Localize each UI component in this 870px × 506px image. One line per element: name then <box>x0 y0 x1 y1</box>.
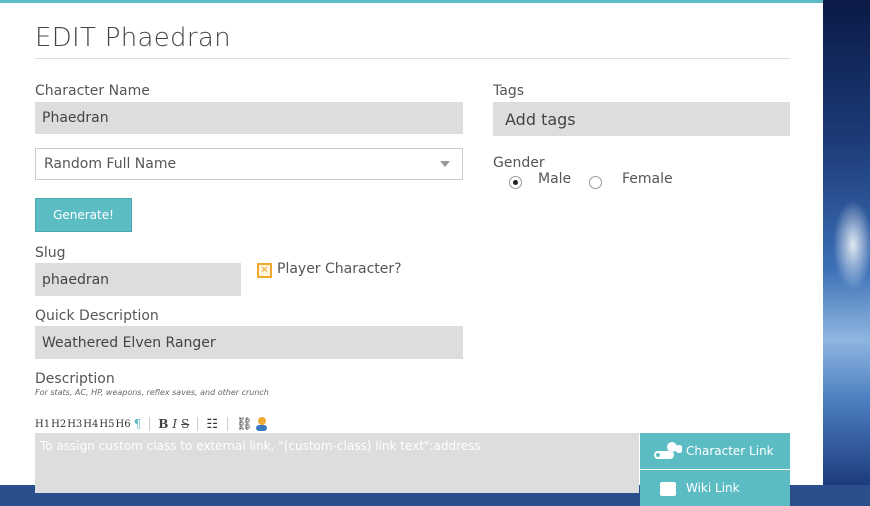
italic-button[interactable]: I <box>172 417 177 431</box>
heading-5-button[interactable]: H5 <box>99 419 114 430</box>
heading-1-button[interactable]: H1 <box>35 419 50 430</box>
player-character-label: Player Character? <box>277 261 402 277</box>
characters-icon <box>654 442 682 459</box>
editor-toolbar: H1 H2 H3 H4 H5 H6 ¶ B I S ☷ ⛓ <box>35 415 268 433</box>
toolbar-divider <box>227 417 228 431</box>
gender-female-label: Female <box>622 171 673 187</box>
quick-description-input[interactable]: Weathered Elven Ranger <box>35 326 463 359</box>
gender-female-radio[interactable] <box>589 176 602 189</box>
character-link-button[interactable]: Character Link <box>640 433 790 469</box>
heading-4-button[interactable]: H4 <box>83 419 98 430</box>
wiki-link-button[interactable]: Wiki Link <box>640 470 790 506</box>
generate-button[interactable]: Generate! <box>35 198 132 232</box>
background-sky <box>823 0 870 485</box>
tags-label: Tags <box>493 83 524 99</box>
wiki-link-label: Wiki Link <box>686 481 740 495</box>
description-hint: For stats, AC, HP, weapons, reflex saves… <box>35 388 269 397</box>
user-link-icon[interactable] <box>254 416 268 432</box>
gender-label: Gender <box>493 155 545 171</box>
book-icon <box>660 482 676 496</box>
character-name-input[interactable]: Phaedran <box>35 102 463 134</box>
heading-6-button[interactable]: H6 <box>115 419 130 430</box>
chevron-down-icon <box>440 161 450 167</box>
tags-input[interactable]: Add tags <box>493 102 790 136</box>
link-icon[interactable]: ⛓ <box>236 417 253 432</box>
page-title: EDIT Phaedran <box>35 23 231 53</box>
name-generator-value: Random Full Name <box>44 156 177 172</box>
list-icon[interactable]: ☷ <box>206 417 218 432</box>
description-label: Description <box>35 371 115 387</box>
heading-3-button[interactable]: H3 <box>67 419 82 430</box>
bold-button[interactable]: B <box>158 417 168 431</box>
character-name-label: Character Name <box>35 83 150 99</box>
paragraph-icon[interactable]: ¶ <box>134 417 142 431</box>
strikethrough-button[interactable]: S <box>181 417 189 431</box>
gender-male-radio[interactable] <box>509 176 522 189</box>
player-character-checkbox[interactable]: ✕ <box>257 263 272 278</box>
slug-input[interactable]: phaedran <box>35 263 241 296</box>
quick-description-label: Quick Description <box>35 308 159 324</box>
character-link-label: Character Link <box>686 444 774 458</box>
heading-2-button[interactable]: H2 <box>51 419 66 430</box>
title-divider <box>35 58 790 59</box>
gender-male-label: Male <box>538 171 572 187</box>
toolbar-divider <box>197 417 199 431</box>
edit-character-panel: EDIT Phaedran Character Name Phaedran Ra… <box>0 0 823 506</box>
toolbar-divider <box>149 417 151 431</box>
slug-label: Slug <box>35 245 66 261</box>
description-editor[interactable]: To assign custom class to external link,… <box>35 433 639 493</box>
name-generator-select[interactable]: Random Full Name <box>35 148 463 180</box>
